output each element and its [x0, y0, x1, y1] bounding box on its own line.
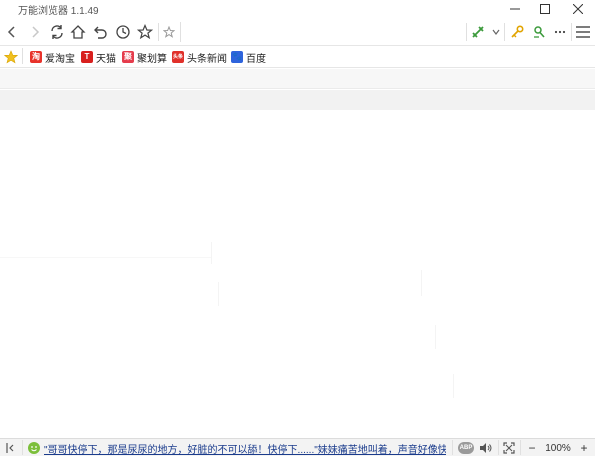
juhuasuan-icon: 聚 [122, 51, 134, 63]
address-bar[interactable] [180, 22, 466, 42]
bookmark-item[interactable]: T 天猫 [81, 49, 116, 65]
fullscreen-icon [503, 442, 515, 454]
back-arrow-icon [7, 26, 15, 38]
toutiao-icon: 头条 [172, 51, 184, 63]
baidu-icon: 🐾 [231, 51, 243, 63]
bookmark-label: 头条新闻 [187, 53, 227, 65]
navigation-toolbar [0, 19, 595, 46]
maximize-icon [540, 4, 550, 14]
address-input[interactable] [181, 22, 466, 42]
minimize-button[interactable] [500, 0, 530, 18]
forward-arrow-icon [32, 26, 40, 38]
faint-line [421, 270, 422, 296]
password-button[interactable] [507, 22, 527, 42]
undo-close-tab-button[interactable] [90, 22, 110, 42]
favorites-button[interactable] [135, 22, 155, 42]
home-icon [70, 25, 86, 39]
window-title: 万能浏览器 1.1.49 [18, 6, 99, 17]
faint-line [453, 374, 454, 398]
fullscreen-button[interactable] [501, 440, 517, 456]
zoom-in-button[interactable]: + [578, 440, 590, 456]
close-button[interactable] [563, 0, 593, 18]
title-bar: 万能浏览器 1.1.49 [0, 0, 595, 18]
home-button[interactable] [68, 22, 88, 42]
close-icon [573, 4, 583, 14]
plug-icon [472, 26, 484, 38]
news-ticker-icon-wrap [26, 440, 42, 456]
clock-icon [116, 25, 130, 39]
page-header-strip [0, 90, 595, 110]
main-menu-button[interactable] [573, 22, 593, 42]
extension-dropdown-button[interactable] [486, 22, 506, 42]
sidebar-toggle-button[interactable] [3, 440, 19, 456]
extension-button[interactable] [468, 22, 488, 42]
small-star-icon [163, 26, 175, 38]
sidebar-toggle-icon [6, 443, 14, 453]
user-search-icon [534, 26, 545, 38]
faint-line [0, 257, 212, 258]
star-outline-icon [137, 24, 153, 40]
faint-line [218, 282, 219, 306]
minimize-icon [510, 8, 520, 10]
bookmarks-bar: 淘 爱淘宝 T 天猫 聚 聚划算 头条 头条新闻 🐾 百度 [0, 46, 595, 68]
key-icon [511, 25, 524, 38]
faint-line [435, 325, 436, 349]
status-bar: "哥哥快停下，那是尿尿的地方，好脏的不可以舔！快停下......"妹妹痛苦地叫着… [0, 438, 595, 456]
hamburger-menu-icon [576, 26, 590, 38]
zoom-level[interactable]: 100% [544, 440, 572, 456]
faint-line [211, 242, 212, 264]
zoom-out-button[interactable]: − [526, 440, 538, 456]
bookmark-label: 爱淘宝 [45, 53, 75, 65]
undo-icon [94, 26, 107, 39]
bookmark-item[interactable]: 🐾 百度 [231, 49, 266, 65]
taobao-icon: 淘 [30, 51, 42, 63]
page-content[interactable] [0, 110, 595, 437]
bookmark-item[interactable]: 淘 爱淘宝 [30, 49, 75, 65]
speaker-icon [480, 443, 492, 453]
tmall-icon: T [81, 51, 93, 63]
ellipsis-icon [554, 30, 566, 34]
mute-button[interactable] [478, 440, 494, 456]
back-button[interactable] [2, 22, 22, 42]
more-button[interactable] [550, 22, 570, 42]
history-button[interactable] [113, 22, 133, 42]
tab-strip [0, 69, 595, 89]
add-bookmark-button[interactable] [159, 22, 179, 42]
user-search-button[interactable] [529, 22, 549, 42]
refresh-button[interactable] [47, 22, 67, 42]
forward-button[interactable] [25, 22, 45, 42]
news-ticker-link[interactable]: "哥哥快停下，那是尿尿的地方，好脏的不可以舔！快停下......"妹妹痛苦地叫着… [44, 441, 446, 455]
adblock-button[interactable]: ABP [456, 440, 476, 456]
favorites-star[interactable] [4, 49, 18, 65]
maximize-button[interactable] [530, 0, 560, 18]
bookmark-item[interactable]: 头条 头条新闻 [172, 49, 227, 65]
yellow-star-icon [4, 50, 18, 64]
bookmark-label: 天猫 [96, 53, 116, 65]
smiley-news-icon [28, 442, 40, 454]
refresh-icon [51, 25, 63, 39]
bookmark-label: 百度 [246, 53, 266, 65]
chevron-down-icon [492, 29, 500, 35]
bookmark-label: 聚划算 [137, 53, 167, 65]
bookmark-item[interactable]: 聚 聚划算 [122, 49, 167, 65]
adblock-icon: ABP [458, 442, 474, 454]
